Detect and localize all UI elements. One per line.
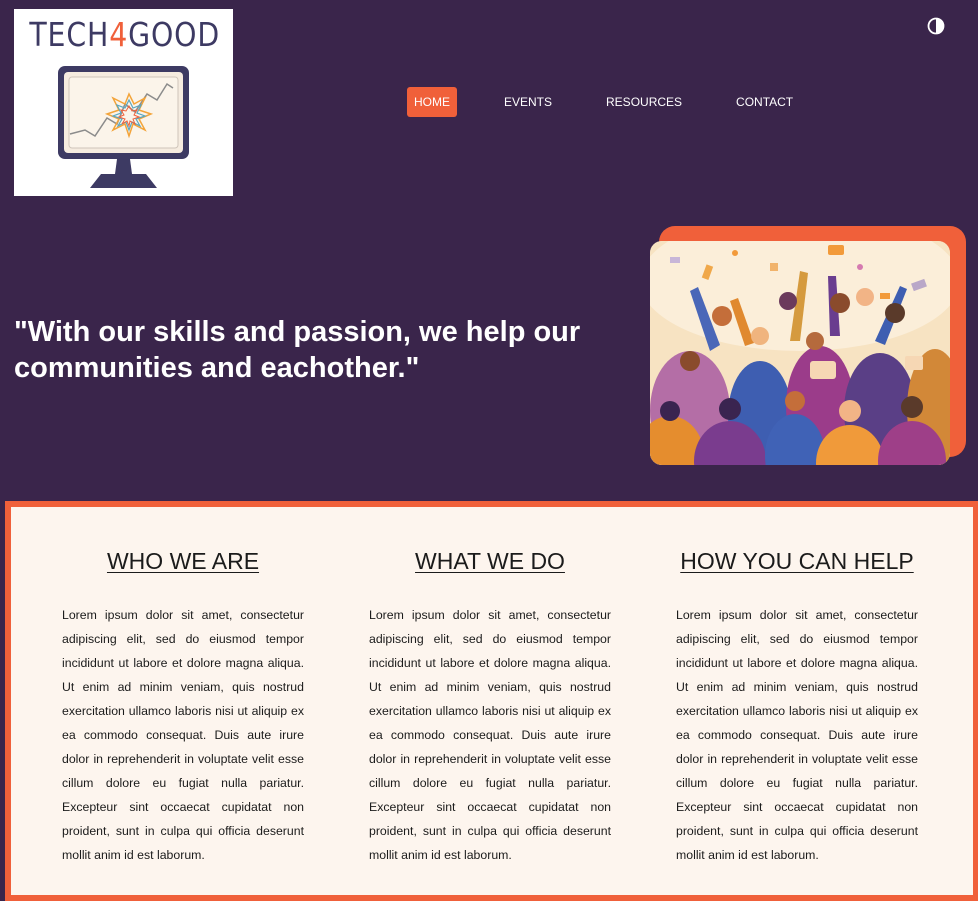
how-you-can-help-body: Lorem ipsum dolor sit amet, consectetur … — [676, 608, 918, 862]
hero-quote: "With our skills and passion, we help ou… — [14, 316, 581, 384]
main-nav: HOME EVENTS RESOURCES CONTACT — [407, 87, 800, 117]
what-we-do-title: WHAT WE DO — [415, 548, 565, 574]
nav-home-link[interactable]: HOME — [407, 87, 457, 117]
nav-contact-link[interactable]: CONTACT — [729, 87, 800, 117]
who-we-are-body: Lorem ipsum dolor sit amet, consectetur … — [62, 608, 304, 862]
site-logo[interactable]: TECH4GOOD — [14, 9, 233, 196]
logo-wordmark: TECH4GOOD — [29, 15, 221, 54]
info-panel: WHO WE ARE Lorem ipsum dolor sit amet, c… — [5, 501, 978, 901]
hero-illustration — [650, 241, 950, 465]
logo-number: 4 — [109, 15, 129, 54]
monitor-icon — [58, 66, 189, 188]
nav-resources-link[interactable]: RESOURCES — [599, 87, 689, 117]
contrast-icon[interactable] — [927, 17, 945, 35]
logo-prefix: TECH — [29, 15, 110, 54]
how-you-can-help-title: HOW YOU CAN HELP — [680, 548, 914, 574]
what-we-do-body: Lorem ipsum dolor sit amet, consectetur … — [369, 608, 611, 862]
nav-events-link[interactable]: EVENTS — [497, 87, 559, 117]
logo-suffix: GOOD — [128, 15, 221, 54]
who-we-are-title: WHO WE ARE — [106, 548, 260, 574]
